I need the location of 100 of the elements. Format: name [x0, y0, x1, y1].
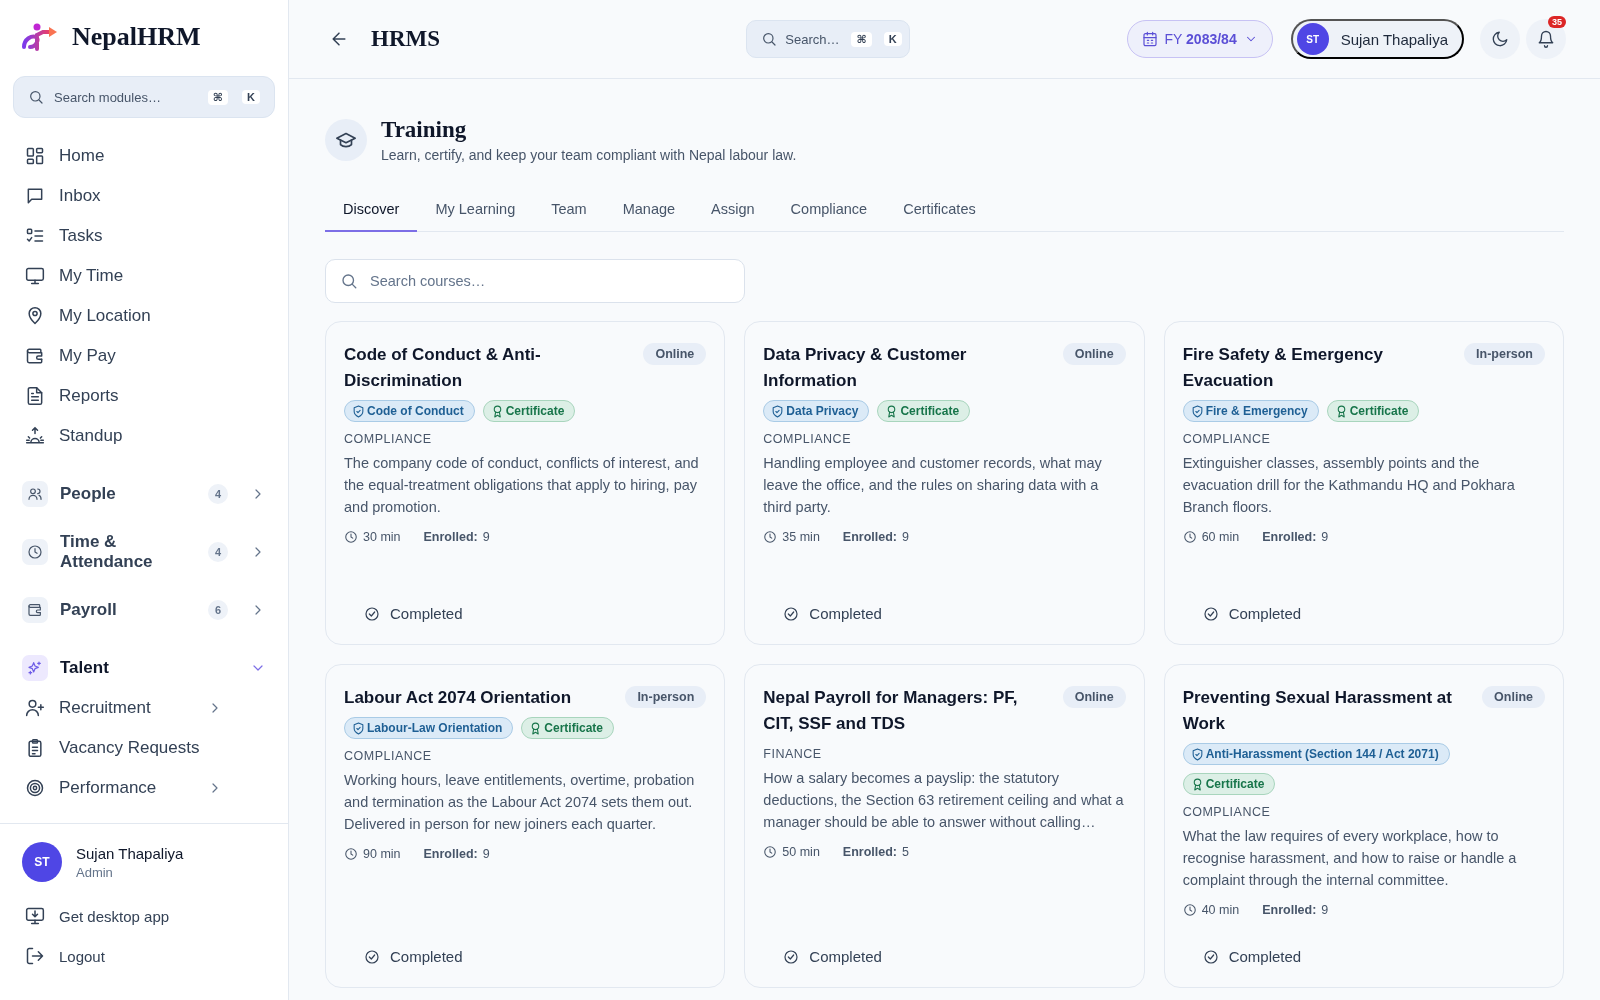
sidebar-item[interactable]: My Pay	[0, 336, 288, 376]
sidebar-item[interactable]: Home	[0, 136, 288, 176]
people-icon	[27, 486, 43, 502]
course-title: Preventing Sexual Harassment at Work	[1182, 687, 1453, 735]
tab[interactable]: Discover	[325, 189, 418, 232]
course-card[interactable]	[1163, 664, 1564, 988]
sidebar-group[interactable]: Time & Attendance 4	[0, 532, 288, 572]
user-menu-button[interactable]: ST Sujan Thapaliya	[1290, 19, 1464, 59]
course-title: Code of Conduct & Anti-Discrimination	[344, 344, 542, 392]
fiscal-year-selector[interactable]: FY 2083/84	[1126, 20, 1273, 58]
course-category: COMPLIANCE	[1182, 432, 1272, 446]
clipboard-icon	[25, 738, 45, 758]
course-category: COMPLIANCE	[344, 432, 433, 446]
sidebar-subitem[interactable]: Recruitment	[0, 688, 248, 728]
course-category: COMPLIANCE	[763, 432, 852, 446]
delivery-mode-badge: Online	[643, 343, 707, 365]
sidebar-item[interactable]: Tasks	[0, 216, 288, 256]
check-circle-icon	[783, 948, 800, 965]
tab[interactable]: Team	[533, 189, 605, 232]
clock-icon	[1182, 530, 1197, 544]
enrolled-label: Enrolled:	[423, 847, 478, 861]
tab[interactable]: Manage	[604, 189, 694, 232]
search-icon	[761, 31, 778, 47]
enrolled-label: Enrolled:	[842, 530, 898, 544]
sidebar-item[interactable]: My Location	[0, 296, 288, 336]
delivery-mode-badge: In-person	[625, 686, 707, 708]
course-duration: 60 min	[1201, 530, 1240, 544]
check-circle-icon	[364, 948, 380, 965]
topic-tag: Fire & Emergency	[1182, 400, 1319, 422]
shortcut-key: K	[242, 90, 260, 104]
sidebar-link[interactable]: Get desktop app	[0, 896, 288, 936]
sidebar-item[interactable]: Standup	[0, 416, 288, 456]
topic-tag: Labour-Law Orientation	[344, 717, 514, 739]
sparkles-icon	[27, 660, 43, 676]
course-card[interactable]	[325, 321, 726, 645]
user-avatar: ST	[22, 842, 62, 882]
sidebar-link[interactable]: Logout	[0, 936, 288, 976]
module-search-field[interactable]: Search modules… ⌘ K	[13, 76, 275, 118]
check-circle-icon	[783, 605, 800, 622]
course-card[interactable]	[744, 321, 1145, 645]
enrolled-count: 9	[1321, 903, 1329, 917]
target-icon	[25, 778, 45, 798]
certificate-tag: Certificate	[877, 400, 971, 422]
shield-check-icon	[771, 404, 785, 418]
certificate-tag: Certificate	[521, 717, 615, 739]
desktop-download-icon	[25, 906, 45, 926]
topic-tag: Data Privacy	[763, 400, 870, 422]
logout-icon	[25, 946, 45, 966]
enrolled-count: 9	[1321, 530, 1329, 544]
chat-bubble-icon	[25, 186, 45, 206]
page-title: Training	[381, 117, 468, 143]
topic-tag: Code of Conduct	[344, 400, 475, 422]
course-card[interactable]	[325, 664, 726, 988]
course-description: How a salary becomes a payslip: the statutory deductions, the Section 63 retirement ceiling and what a manager should be able to answer without calling…	[763, 769, 1125, 832]
tab[interactable]: Compliance	[772, 189, 886, 232]
delivery-mode-badge: In-person	[1464, 343, 1545, 365]
clock-icon	[344, 847, 358, 861]
course-search-field[interactable]: Search courses…	[325, 259, 745, 303]
theme-toggle-button[interactable]	[1480, 19, 1520, 59]
logo-icon	[22, 23, 58, 51]
count-badge: 4	[208, 542, 228, 562]
completion-status: Completed	[1228, 605, 1302, 622]
tab[interactable]: Certificates	[885, 189, 994, 232]
course-title: Data Privacy & Customer Information	[763, 344, 968, 392]
search-icon	[340, 272, 358, 290]
sidebar-group[interactable]: People 4	[0, 474, 288, 514]
app-logo-name: NepalHRM	[72, 22, 201, 52]
enrolled-label: Enrolled:	[1262, 903, 1317, 917]
topic-tag: Anti-Harassment (Section 144 / Act 2071)	[1182, 743, 1450, 765]
course-description: Working hours, leave entitlements, overtime, probation and termination as the Labour Act 2074 sets them out. Delivered in person for new joiners each quarter.	[344, 771, 696, 834]
sidebar-subitem[interactable]: Vacancy Requests	[0, 728, 248, 768]
delivery-mode-badge: Online	[1482, 686, 1545, 708]
sidebar-item[interactable]: Inbox	[0, 176, 288, 216]
global-search-field[interactable]: Search… ⌘ K	[746, 20, 911, 58]
course-card[interactable]	[744, 664, 1145, 988]
clock-icon	[1182, 903, 1197, 917]
wallet-icon	[27, 602, 43, 618]
sidebar-group[interactable]: Payroll 6	[0, 590, 288, 630]
sidebar-group[interactable]: Talent	[0, 648, 288, 688]
enrolled-count: 9	[482, 530, 490, 544]
shield-check-icon	[1190, 747, 1204, 761]
sidebar-item[interactable]: My Time	[0, 256, 288, 296]
shield-check-icon	[1190, 404, 1204, 418]
course-card[interactable]	[1163, 321, 1564, 645]
notification-count-badge: 35	[1547, 16, 1566, 28]
completion-status: Completed	[809, 948, 882, 965]
notifications-button[interactable]: 35	[1526, 19, 1566, 59]
enrolled-count: 5	[902, 845, 909, 859]
bell-icon	[1537, 30, 1555, 48]
delivery-mode-badge: Online	[1062, 343, 1126, 365]
count-badge: 6	[208, 600, 228, 620]
tab[interactable]: My Learning	[417, 189, 534, 232]
sidebar-subitem[interactable]: Performance	[0, 768, 248, 808]
tab[interactable]: Assign	[693, 189, 773, 232]
sidebar-item[interactable]: Reports	[0, 376, 288, 416]
completion-status: Completed	[390, 948, 463, 965]
wallet-icon	[25, 346, 45, 366]
check-circle-icon	[364, 605, 380, 622]
user-name: Sujan Thapaliya	[76, 844, 184, 862]
enrolled-label: Enrolled:	[842, 845, 898, 859]
